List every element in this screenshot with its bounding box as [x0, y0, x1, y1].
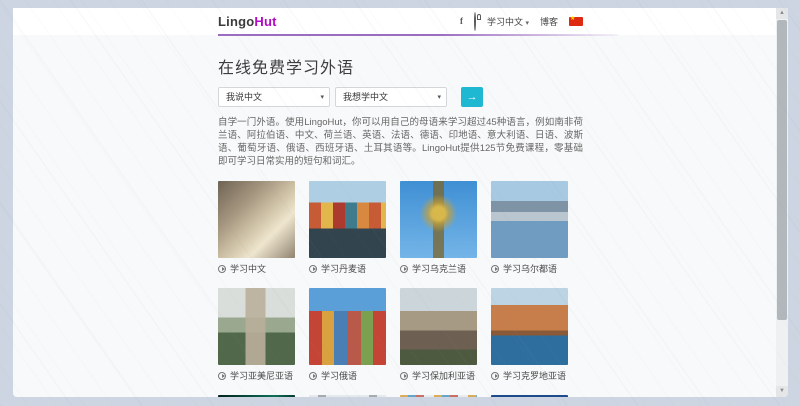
lingohut-logo[interactable]: LingoHut [218, 14, 277, 29]
play-icon [491, 265, 499, 273]
course-label: 学习保加利亚语 [412, 369, 475, 382]
course-card-armenian[interactable]: 学习亚美尼亚语 [218, 288, 295, 382]
scrollbar-thumb[interactable] [777, 20, 787, 320]
course-card-row3-4[interactable] [491, 395, 568, 397]
course-image-nyhavn [309, 181, 386, 258]
course-card-russian[interactable]: 学习俄语 [309, 288, 386, 382]
play-icon [491, 372, 499, 380]
play-icon [400, 372, 408, 380]
play-icon [309, 372, 317, 380]
course-label: 学习丹麦语 [321, 262, 366, 275]
language-picker-form: 我说中文 ▾ 我想学中文 ▾ → [218, 87, 583, 107]
course-image-dome [309, 395, 386, 397]
logo-text-hut: Hut [254, 14, 276, 29]
vertical-scrollbar[interactable]: ▲ ▼ [776, 8, 788, 397]
learn-language-menu[interactable]: 学习中文 ▾ [487, 15, 529, 28]
course-label: 学习乌尔都语 [503, 262, 557, 275]
native-language-value: 我说中文 [226, 92, 262, 102]
page-title: 在线免费学习外语 [218, 54, 583, 78]
course-image-casa-batllo [400, 395, 477, 397]
scroll-up-icon[interactable]: ▲ [776, 8, 788, 19]
course-image-great-wall [218, 181, 295, 258]
course-card-bulgarian[interactable]: 学习保加利亚语 [400, 288, 477, 382]
target-language-value: 我想学中文 [343, 92, 388, 102]
course-card-ukrainian[interactable]: 学习乌克兰语 [400, 181, 477, 275]
course-image-monastery [218, 288, 295, 365]
chevron-down-icon: ▾ [525, 20, 529, 27]
site-header: LingoHut f 学习中文 ▾ 博客 [13, 8, 788, 35]
caret-down-icon: ▾ [437, 88, 441, 107]
native-language-select[interactable]: 我说中文 ▾ [218, 87, 330, 107]
course-image-dubrovnik [491, 288, 568, 365]
main-content: 在线免费学习外语 我说中文 ▾ 我想学中文 ▾ → 自学一门外语。使用Lingo… [218, 54, 583, 397]
play-icon [309, 265, 317, 273]
course-card-chinese[interactable]: 学习中文 [218, 181, 295, 275]
course-label: 学习克罗地亚语 [503, 369, 566, 382]
facebook-icon[interactable]: f [460, 17, 463, 26]
course-card-row3-3[interactable] [400, 395, 477, 397]
go-arrow-button[interactable]: → [461, 87, 483, 107]
logo-text-lingo: Lingo [218, 14, 254, 29]
header-nav: f 学习中文 ▾ 博客 [449, 13, 583, 31]
header-container: LingoHut f 学习中文 ▾ 博客 [218, 8, 583, 35]
course-grid: 学习中文 学习丹麦语 学习乌克兰语 学习乌尔都语 学习亚美尼亚语 [218, 181, 583, 397]
course-label: 学习亚美尼亚语 [230, 369, 293, 382]
course-card-croatian[interactable]: 学习克罗地亚语 [491, 288, 568, 382]
course-card-danish[interactable]: 学习丹麦语 [309, 181, 386, 275]
learn-language-menu-label: 学习中文 [487, 17, 523, 27]
pinterest-icon[interactable] [474, 13, 476, 31]
course-label: 学习乌克兰语 [412, 262, 466, 275]
course-card-urdu[interactable]: 学习乌尔都语 [491, 181, 568, 275]
course-image-mountain-lake [491, 181, 568, 258]
caret-down-icon: ▾ [320, 88, 324, 107]
play-icon [218, 265, 226, 273]
course-image-kyiv-angel [400, 181, 477, 258]
course-card-row3-2[interactable] [309, 395, 386, 397]
browser-viewport: LingoHut f 学习中文 ▾ 博客 在线免费学习外语 [13, 8, 788, 397]
intro-paragraph: 自学一门外语。使用LingoHut，你可以用自己的母语来学习超过45种语言，例如… [218, 116, 583, 168]
course-image-belogradchik [400, 288, 477, 365]
china-flag-icon[interactable] [569, 17, 583, 26]
course-card-row3-1[interactable] [218, 395, 295, 397]
play-icon [400, 265, 408, 273]
course-label: 学习中文 [230, 262, 266, 275]
scroll-down-icon[interactable]: ▼ [776, 386, 788, 397]
course-label: 学习俄语 [321, 369, 357, 382]
target-language-select[interactable]: 我想学中文 ▾ [335, 87, 447, 107]
play-icon [218, 372, 226, 380]
desktop-frame: LingoHut f 学习中文 ▾ 博客 在线免费学习外语 [0, 0, 800, 406]
course-image-parliament [491, 395, 568, 397]
course-image-st-basils [309, 288, 386, 365]
course-image-aurora [218, 395, 295, 397]
blog-link[interactable]: 博客 [540, 15, 558, 28]
